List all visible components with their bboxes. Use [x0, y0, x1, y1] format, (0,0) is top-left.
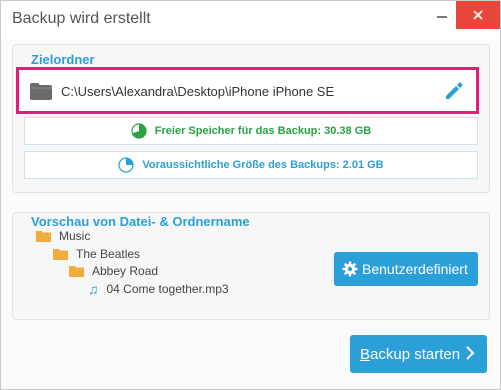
- start-backup-button[interactable]: Backup starten: [350, 335, 487, 373]
- chevron-right-icon: [466, 346, 475, 360]
- target-path-text: C:\Users\Alexandra\Desktop\iPhone iPhone…: [61, 84, 335, 99]
- pie-chart-icon: [118, 157, 134, 173]
- tree-item-label: 04 Come together.mp3: [106, 282, 229, 296]
- folder-icon: [30, 83, 52, 100]
- close-icon: [473, 10, 483, 20]
- title-bar: Backup wird erstellt: [1, 1, 500, 39]
- start-backup-accesskey: B: [360, 345, 371, 363]
- folder-icon: [36, 231, 51, 242]
- close-button[interactable]: [456, 1, 500, 29]
- backup-size-text: Voraussichtliche Größe des Backups: 2.01…: [142, 159, 384, 171]
- pencil-icon[interactable]: [444, 81, 464, 101]
- free-space-info: Freier Speicher für das Backup: 30.38 GB: [24, 117, 478, 145]
- start-backup-label: ackup starten: [370, 345, 461, 363]
- tree-item-label: Abbey Road: [92, 264, 159, 278]
- gear-icon: [342, 261, 358, 277]
- customize-button-label: Benutzerdefiniert: [362, 261, 468, 277]
- folder-icon: [53, 249, 68, 260]
- tree-item-music: Music: [36, 229, 90, 243]
- tree-item-album: Abbey Road: [69, 264, 158, 278]
- window-title: Backup wird erstellt: [12, 10, 151, 27]
- preview-heading: Vorschau von Datei- & Ordnername: [31, 214, 250, 229]
- backup-size-info: Voraussichtliche Größe des Backups: 2.01…: [24, 151, 478, 179]
- minimize-button[interactable]: [427, 1, 457, 29]
- music-note-icon: ♫: [88, 281, 99, 297]
- tree-item-label: The Beatles: [76, 247, 141, 261]
- minimize-icon: [437, 16, 447, 18]
- customize-button[interactable]: Benutzerdefiniert: [334, 252, 478, 286]
- tree-item-song: ♫ 04 Come together.mp3: [88, 282, 229, 296]
- target-folder-heading: Zielordner: [31, 52, 95, 67]
- target-path-field[interactable]: C:\Users\Alexandra\Desktop\iPhone iPhone…: [16, 67, 479, 114]
- free-space-text: Freier Speicher für das Backup: 30.38 GB: [154, 125, 372, 137]
- tree-item-label: Music: [59, 229, 91, 243]
- pie-chart-icon: [131, 123, 147, 139]
- folder-icon: [69, 266, 84, 277]
- tree-item-artist: The Beatles: [53, 247, 140, 261]
